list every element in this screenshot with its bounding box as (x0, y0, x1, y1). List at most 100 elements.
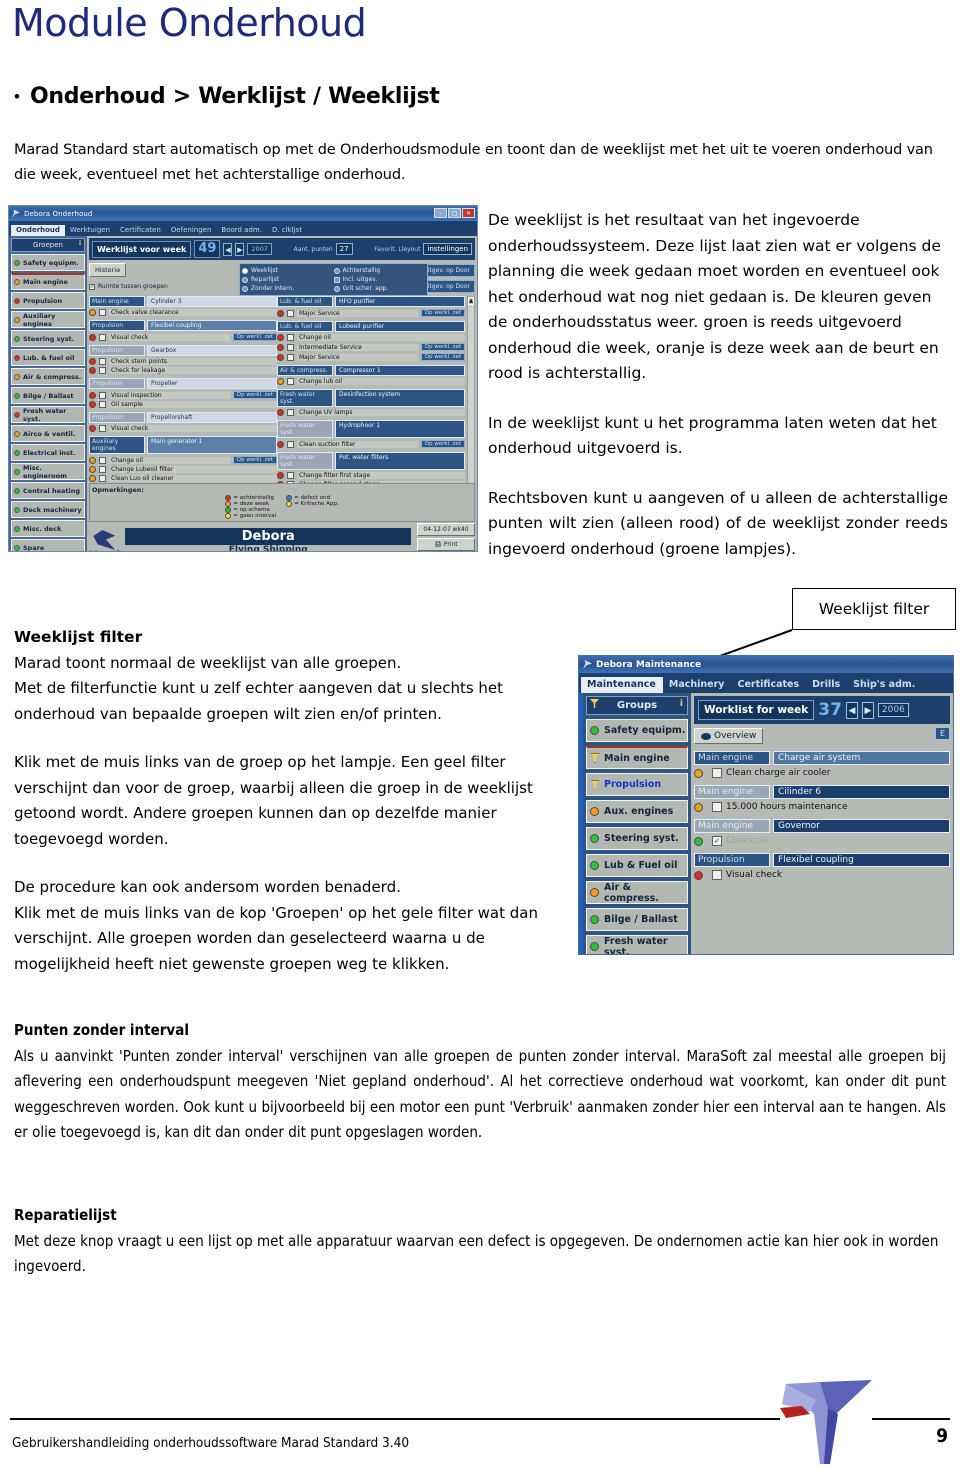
s2-group-list[interactable]: Safety equipm. Main engine Propulsion Aux. … (586, 719, 688, 954)
s2-year-field[interactable]: 2006 (877, 703, 909, 717)
s2-week-bar[interactable]: Worklist for week 37 ◀ ▶ 2006 (694, 696, 950, 724)
minimize-icon[interactable]: – (434, 208, 447, 218)
s1-task-checkbox[interactable] (99, 475, 106, 482)
s1-view-option[interactable]: Achterstallig (333, 266, 426, 275)
s1-space-checkbox[interactable]: ✓ Ruimte tussen groepen (89, 283, 168, 290)
status-lamp-icon[interactable] (14, 544, 20, 551)
s1-task-checkbox[interactable] (99, 333, 106, 341)
s1-task-checkbox[interactable] (287, 472, 294, 479)
s2-group-item[interactable]: Lub & Fuel oil (586, 854, 688, 877)
s1-job-item-name[interactable]: Cylinder 3 (147, 296, 277, 307)
s1-group-item[interactable]: Main engine (11, 273, 85, 290)
s1-footer-buttons[interactable]: 04-12-07 wk40 🖨 Print ↩ Terug (417, 522, 475, 552)
s2-week-number[interactable]: 37 (818, 700, 842, 720)
radio-icon[interactable] (333, 267, 340, 274)
s1-view-option[interactable]: Reparlijst (242, 275, 334, 284)
filter-funnel-icon[interactable] (590, 779, 600, 790)
screenshot-debora-maintenance[interactable]: Debora Maintenance Maintenance Machinery… (578, 655, 954, 955)
s2-next-week-button[interactable]: ▶ (861, 701, 874, 719)
s2-task-row[interactable]: Visual check (694, 870, 950, 880)
close-icon[interactable]: ✕ (462, 208, 475, 218)
s1-task-action-button[interactable]: Op werkl. zet (232, 456, 277, 464)
status-lamp-icon[interactable] (590, 915, 599, 924)
s1-job-item-name[interactable]: Desinfection system (335, 389, 465, 407)
s2-task-checkbox[interactable] (712, 768, 722, 778)
s1-task-row[interactable]: Intermediate Service Op werkl. zet (277, 343, 465, 351)
s1-task-checkbox[interactable] (99, 358, 106, 365)
s1-group-item[interactable]: Bilge / Ballast (11, 387, 85, 404)
status-lamp-icon[interactable] (590, 834, 599, 843)
s1-tab-onderhoud[interactable]: Onderhoud (11, 225, 65, 236)
s1-task-row[interactable]: Visual check Op werkl. zet (89, 333, 277, 341)
s2-task-row[interactable]: ✓ Check oil (694, 836, 950, 846)
s1-group-item[interactable]: Steering syst. (11, 330, 85, 347)
s1-week-number[interactable]: 49 (194, 240, 221, 258)
s1-tab-certificaten[interactable]: Certificaten (115, 225, 166, 236)
s1-job-item-name[interactable]: Propeller (147, 378, 277, 389)
s2-tab-certificates[interactable]: Certificates (732, 677, 807, 693)
s1-group-item[interactable]: Propulsion (11, 292, 85, 309)
s2-tab-strip[interactable]: Maintenance Machinery Certificates Drill… (579, 673, 953, 693)
status-lamp-icon[interactable] (14, 373, 20, 380)
s1-job-item-name[interactable]: Compressor 1 (335, 365, 465, 376)
s1-job-item-name[interactable]: Lubeoil purifier (335, 321, 465, 332)
s2-prev-week-button[interactable]: ◀ (845, 701, 858, 719)
status-lamp-icon[interactable] (14, 354, 20, 361)
s1-next-week-button[interactable]: ▶ (235, 242, 245, 256)
s1-view-option[interactable]: Incl. uitgev. (333, 275, 426, 284)
s1-task-checkbox[interactable] (287, 378, 294, 385)
s1-group-item[interactable]: Deck machinery (11, 501, 85, 518)
s1-task-action-button[interactable]: Op werkl. zet (232, 333, 277, 341)
s2-job-item-name[interactable]: Flexibel coupling (773, 853, 950, 867)
s1-print-button[interactable]: 🖨 Print (417, 537, 475, 551)
s1-group-item[interactable]: Spare (11, 539, 85, 551)
s1-task-action-button[interactable]: Op werkl. zet (420, 343, 465, 351)
radio-icon[interactable] (333, 285, 340, 292)
s1-job-item-name[interactable]: Hydrophoor 1 (335, 420, 465, 438)
s1-task-row[interactable]: Check stern points (89, 358, 277, 365)
s1-group-item[interactable]: Auxiliary engines (11, 311, 85, 328)
s1-group-list[interactable]: Safety equipm. Main engine Propulsion Auxil… (11, 254, 85, 551)
s1-task-row[interactable]: Major Service Op werkl. zet (277, 353, 465, 361)
s2-group-item[interactable]: Air & compress. (586, 881, 688, 904)
s1-groups-header[interactable]: Groepen i (11, 238, 85, 252)
s2-group-item[interactable]: Aux. engines (586, 800, 688, 823)
s2-task-row[interactable]: 15.000 hours maintenance (694, 802, 950, 812)
s1-group-item[interactable]: Electrical inst. (11, 444, 85, 461)
filter-funnel-icon[interactable] (590, 753, 600, 763)
s1-groups-rail[interactable]: Groepen i Safety equipm. Main engine Propu… (9, 236, 87, 551)
s1-task-row[interactable]: Change oil (277, 334, 465, 341)
s1-view-option[interactable]: Grit scher. app. (333, 284, 426, 293)
status-lamp-icon[interactable] (590, 807, 599, 816)
s2-info-icon[interactable]: i (680, 699, 683, 709)
s2-tab-ships-adm[interactable]: Ship's adm. (847, 677, 922, 693)
s1-job-item-name[interactable]: HFO purifier (335, 296, 465, 307)
status-lamp-icon[interactable] (14, 506, 20, 513)
s2-job-item-name[interactable]: Cilinder 6 (773, 785, 950, 799)
s1-task-row[interactable]: Change Lubeoil filter (89, 466, 277, 473)
s1-tab-d-clkljst[interactable]: D. clkljst (267, 225, 307, 236)
s1-task-row[interactable]: Check for leakage (89, 367, 277, 374)
s1-task-row[interactable]: Change filter first stage (277, 472, 465, 479)
s1-tab-boord-adm[interactable]: Boord adm. (216, 225, 267, 236)
s2-edge-pill[interactable]: E (934, 727, 950, 740)
s1-task-row[interactable]: Change UV lamps (277, 409, 465, 416)
s1-tab-oefeningen[interactable]: Oefeningen (166, 225, 217, 236)
s2-task-checkbox[interactable]: ✓ (712, 836, 722, 846)
s1-task-row[interactable]: Clean Luo oil cleaner (89, 475, 277, 482)
s1-job-item-name[interactable]: Gearbox (147, 345, 277, 356)
s1-window-controls[interactable]: – □ ✕ (434, 208, 475, 218)
status-lamp-icon[interactable] (14, 392, 20, 399)
s1-tab-strip[interactable]: Onderhoud Werktuigen Certificaten Oefeni… (9, 221, 477, 236)
s2-task-checkbox[interactable] (712, 802, 722, 812)
s1-group-item[interactable]: Misc. engineroom (11, 463, 85, 480)
s1-favlayout-button[interactable]: instellingen (423, 243, 473, 255)
s2-group-item[interactable]: Main engine (586, 746, 688, 769)
s1-year-field[interactable]: 2007 (247, 243, 272, 255)
status-lamp-icon[interactable] (14, 487, 20, 494)
s1-task-checkbox[interactable] (287, 343, 294, 351)
s1-group-item[interactable]: Lub. & fuel oil (11, 349, 85, 366)
s1-group-item[interactable]: Misc. deck (11, 520, 85, 537)
s1-job-item-name[interactable]: Pot. water filters (335, 452, 465, 470)
s1-task-action-button[interactable]: Op werkl. zet (420, 353, 465, 361)
